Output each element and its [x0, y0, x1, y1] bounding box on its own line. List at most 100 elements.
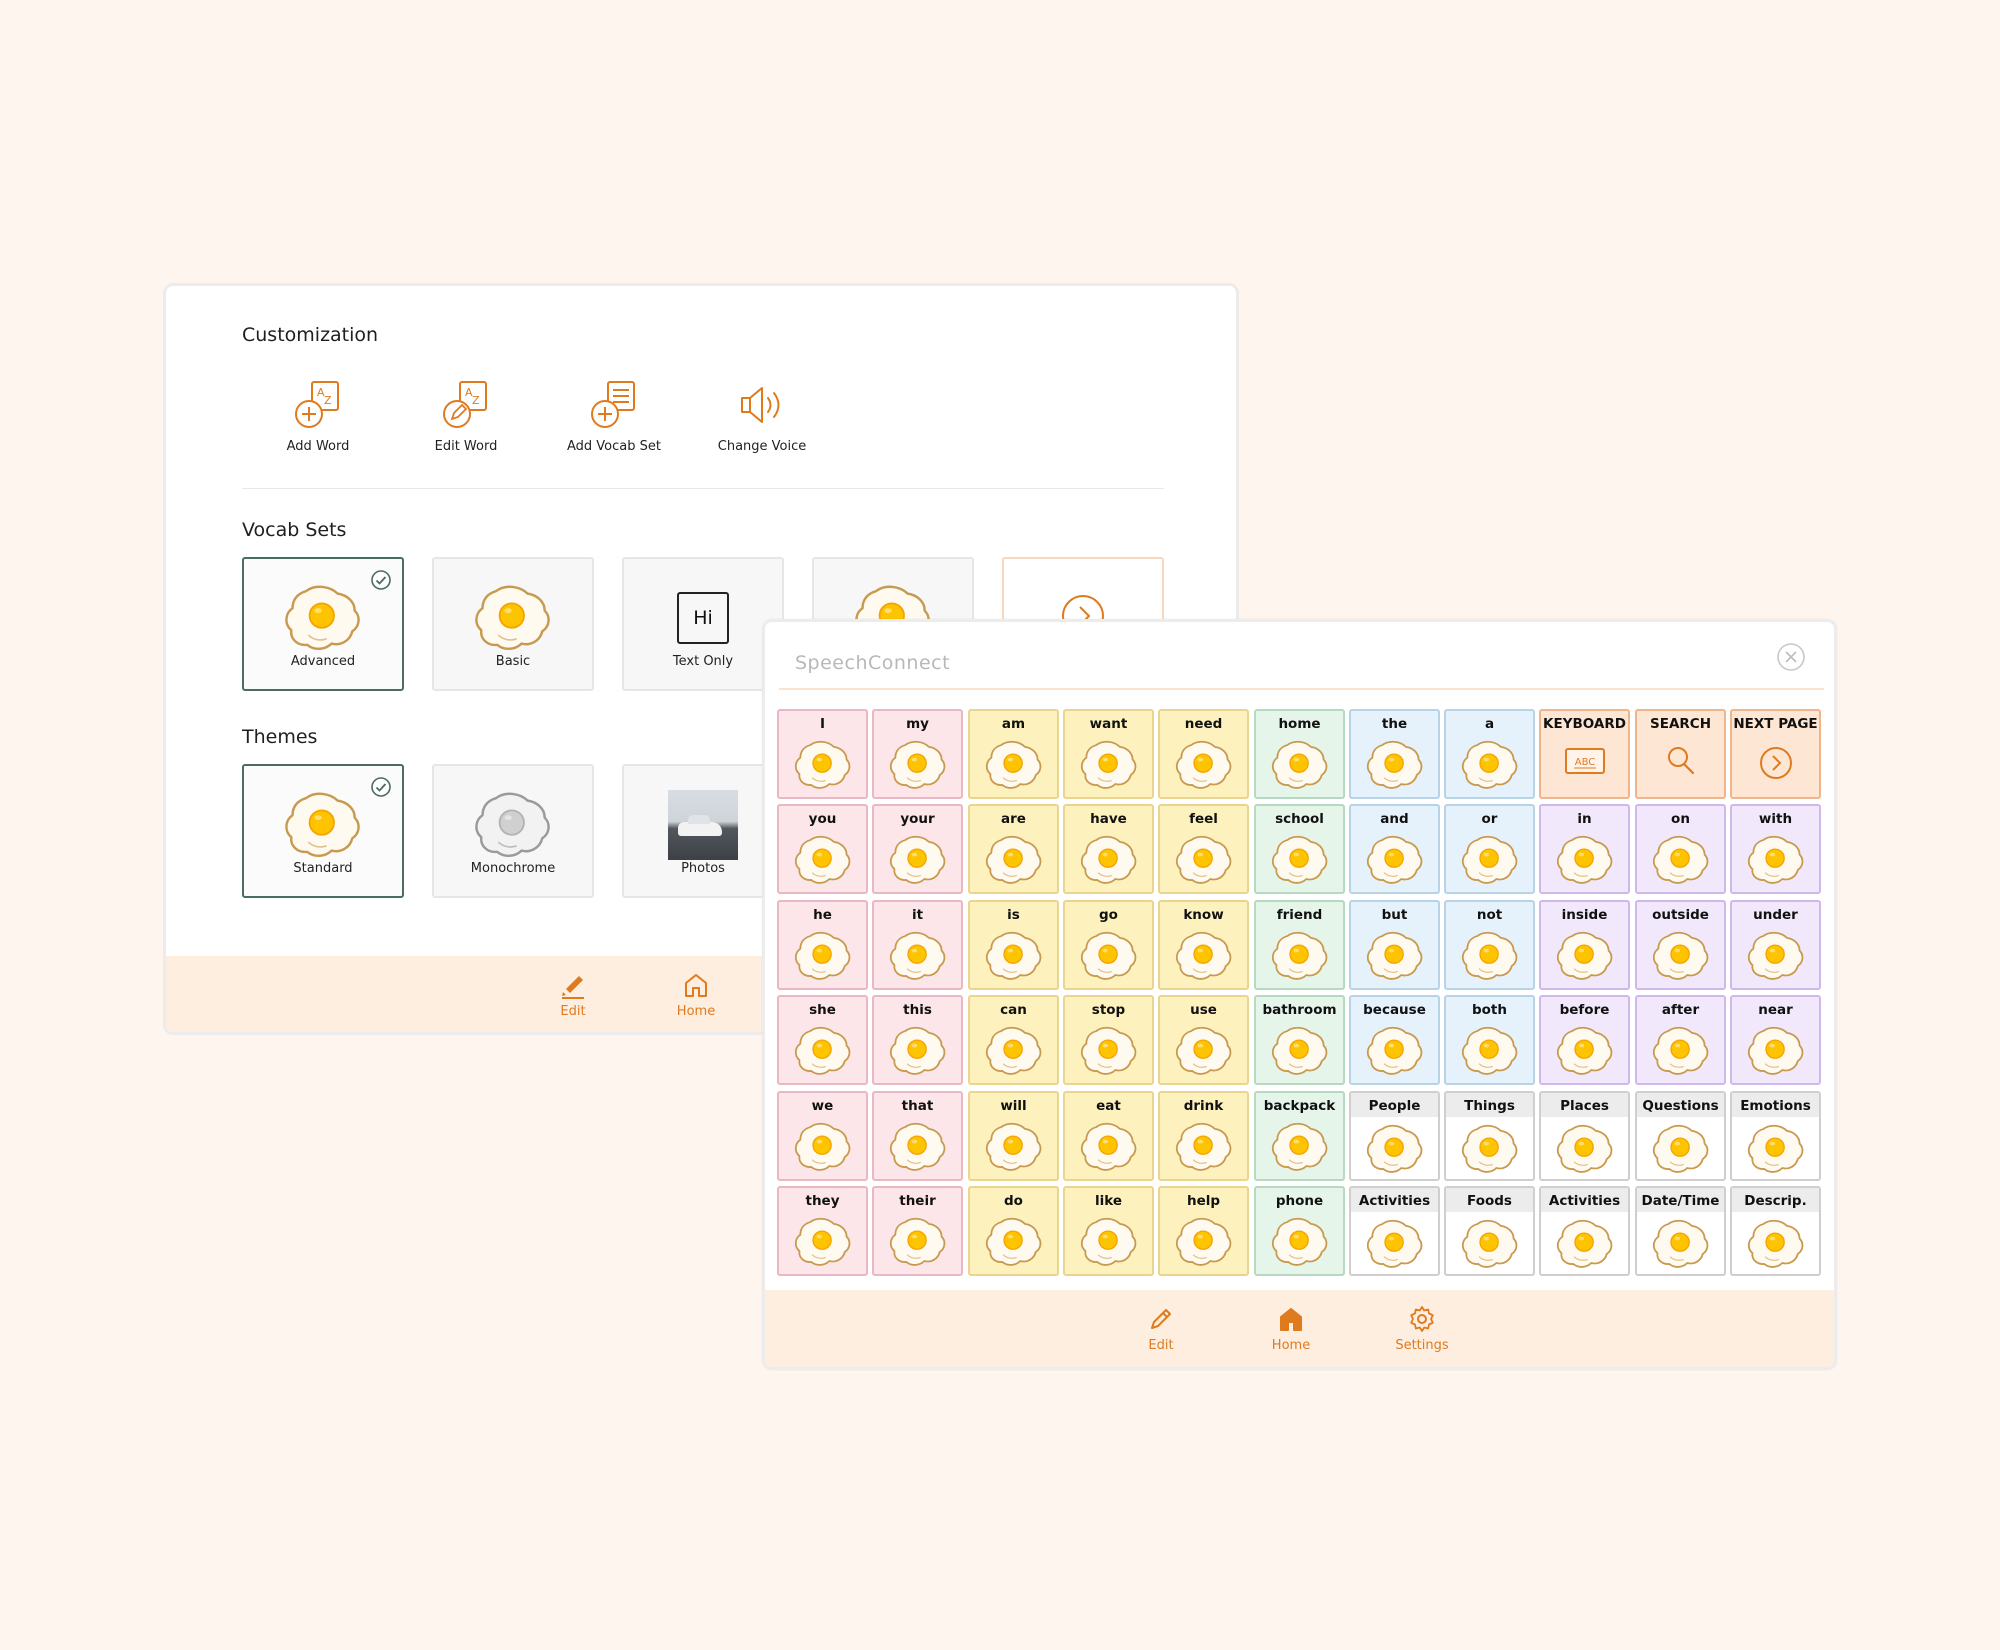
word-cell-inside[interactable]: inside — [1539, 900, 1630, 990]
fried-egg-icon — [1461, 832, 1519, 888]
nav-home[interactable]: Home — [1251, 1304, 1331, 1353]
word-cell-use[interactable]: use — [1158, 995, 1249, 1085]
word-cell-date-time[interactable]: Date/Time — [1635, 1186, 1726, 1276]
word-cell-my[interactable]: my — [872, 709, 963, 799]
word-cell-keyboard[interactable]: KEYBOARD ABC — [1539, 709, 1630, 799]
word-cell-know[interactable]: know — [1158, 900, 1249, 990]
word-cell-home[interactable]: home — [1254, 709, 1345, 799]
word-cell-things[interactable]: Things — [1444, 1091, 1535, 1181]
word-label: home — [1278, 716, 1321, 732]
word-cell-the[interactable]: the — [1349, 709, 1440, 799]
word-cell-backpack[interactable]: backpack — [1254, 1091, 1345, 1181]
word-cell-can[interactable]: can — [968, 995, 1059, 1085]
word-cell-before[interactable]: before — [1539, 995, 1630, 1085]
word-cell-places[interactable]: Places — [1539, 1091, 1630, 1181]
word-cell-and[interactable]: and — [1349, 804, 1440, 894]
nav-home[interactable]: Home — [656, 970, 736, 1019]
edit-word-button[interactable]: A Z Edit Word — [396, 379, 536, 454]
word-cell-have[interactable]: have — [1063, 804, 1154, 894]
change-voice-button[interactable]: Change Voice — [692, 379, 832, 454]
word-cell-outside[interactable]: outside — [1635, 900, 1726, 990]
word-cell-that[interactable]: that — [872, 1091, 963, 1181]
word-label: friend — [1276, 907, 1323, 923]
word-cell-feel[interactable]: feel — [1158, 804, 1249, 894]
car-image — [678, 815, 722, 836]
word-cell-help[interactable]: help — [1158, 1186, 1249, 1276]
word-cell-both[interactable]: both — [1444, 995, 1535, 1085]
nav-edit[interactable]: Edit — [1121, 1304, 1201, 1353]
checkmark-icon — [371, 570, 391, 590]
word-cell-you[interactable]: you — [777, 804, 868, 894]
theme-standard[interactable]: Standard — [242, 764, 404, 898]
nav-edit-label: Edit — [560, 1004, 586, 1019]
word-cell-on[interactable]: on — [1635, 804, 1726, 894]
word-cell-are[interactable]: are — [968, 804, 1059, 894]
add-word-button[interactable]: A Z Add Word — [248, 379, 388, 454]
word-cell-after[interactable]: after — [1635, 995, 1726, 1085]
word-cell-under[interactable]: under — [1730, 900, 1821, 990]
word-cell-drink[interactable]: drink — [1158, 1091, 1249, 1181]
word-cell-will[interactable]: will — [968, 1091, 1059, 1181]
word-cell-bathroom[interactable]: bathroom — [1254, 995, 1345, 1085]
word-cell-questions[interactable]: Questions — [1635, 1091, 1726, 1181]
word-cell-a[interactable]: a — [1444, 709, 1535, 799]
word-cell-this[interactable]: this — [872, 995, 963, 1085]
word-cell-search[interactable]: SEARCH — [1635, 709, 1726, 799]
word-label: backpack — [1263, 1098, 1336, 1114]
nav-edit[interactable]: Edit — [533, 970, 613, 1019]
word-label: he — [813, 907, 832, 923]
word-cell-in[interactable]: in — [1539, 804, 1630, 894]
word-cell-is[interactable]: is — [968, 900, 1059, 990]
word-cell-people[interactable]: People — [1349, 1091, 1440, 1181]
word-cell-activities[interactable]: Activities — [1539, 1186, 1630, 1276]
word-cell-near[interactable]: near — [1730, 995, 1821, 1085]
fried-egg-icon — [1366, 832, 1424, 888]
word-cell-it[interactable]: it — [872, 900, 963, 990]
vocab-set-text-only[interactable]: Hi Text Only — [622, 557, 784, 691]
word-cell-friend[interactable]: friend — [1254, 900, 1345, 990]
word-cell-or[interactable]: or — [1444, 804, 1535, 894]
theme-monochrome[interactable]: Monochrome — [432, 764, 594, 898]
fried-egg-icon — [1271, 1119, 1329, 1175]
word-cell-like[interactable]: like — [1063, 1186, 1154, 1276]
word-cell-do[interactable]: do — [968, 1186, 1059, 1276]
word-cell-descrip[interactable]: Descrip. — [1730, 1186, 1821, 1276]
word-cell-emotions[interactable]: Emotions — [1730, 1091, 1821, 1181]
word-cell-she[interactable]: she — [777, 995, 868, 1085]
word-cell-phone[interactable]: phone — [1254, 1186, 1345, 1276]
word-cell-am[interactable]: am — [968, 709, 1059, 799]
word-cell-he[interactable]: he — [777, 900, 868, 990]
home-icon — [1280, 1308, 1302, 1331]
word-cell-because[interactable]: because — [1349, 995, 1440, 1085]
word-cell-activities[interactable]: Activities — [1349, 1186, 1440, 1276]
search-icon — [1652, 737, 1710, 793]
add-vocab-set-button[interactable]: Add Vocab Set — [544, 379, 684, 454]
word-cell-i[interactable]: I — [777, 709, 868, 799]
word-cell-we[interactable]: we — [777, 1091, 868, 1181]
word-cell-school[interactable]: school — [1254, 804, 1345, 894]
word-cell-they[interactable]: they — [777, 1186, 868, 1276]
vocab-set-basic[interactable]: Basic — [432, 557, 594, 691]
vocab-set-advanced[interactable]: Advanced — [242, 557, 404, 691]
word-cell-want[interactable]: want — [1063, 709, 1154, 799]
word-label: help — [1186, 1193, 1221, 1209]
word-cell-their[interactable]: their — [872, 1186, 963, 1276]
theme-photos[interactable]: Photos — [622, 764, 784, 898]
word-label: both — [1471, 1002, 1507, 1018]
word-cell-next-page[interactable]: NEXT PAGE — [1730, 709, 1821, 799]
word-cell-go[interactable]: go — [1063, 900, 1154, 990]
word-cell-but[interactable]: but — [1349, 900, 1440, 990]
word-cell-with[interactable]: with — [1730, 804, 1821, 894]
word-cell-need[interactable]: need — [1158, 709, 1249, 799]
fried-egg-icon — [889, 1214, 947, 1270]
word-label: NEXT PAGE — [1733, 716, 1818, 732]
word-cell-not[interactable]: not — [1444, 900, 1535, 990]
word-cell-foods[interactable]: Foods — [1444, 1186, 1535, 1276]
nav-edit-label: Edit — [1148, 1338, 1174, 1353]
close-icon[interactable] — [1776, 642, 1806, 672]
word-cell-your[interactable]: your — [872, 804, 963, 894]
word-cell-stop[interactable]: stop — [1063, 995, 1154, 1085]
word-cell-eat[interactable]: eat — [1063, 1091, 1154, 1181]
nav-settings[interactable]: Settings — [1382, 1304, 1462, 1353]
word-label: in — [1577, 811, 1592, 827]
